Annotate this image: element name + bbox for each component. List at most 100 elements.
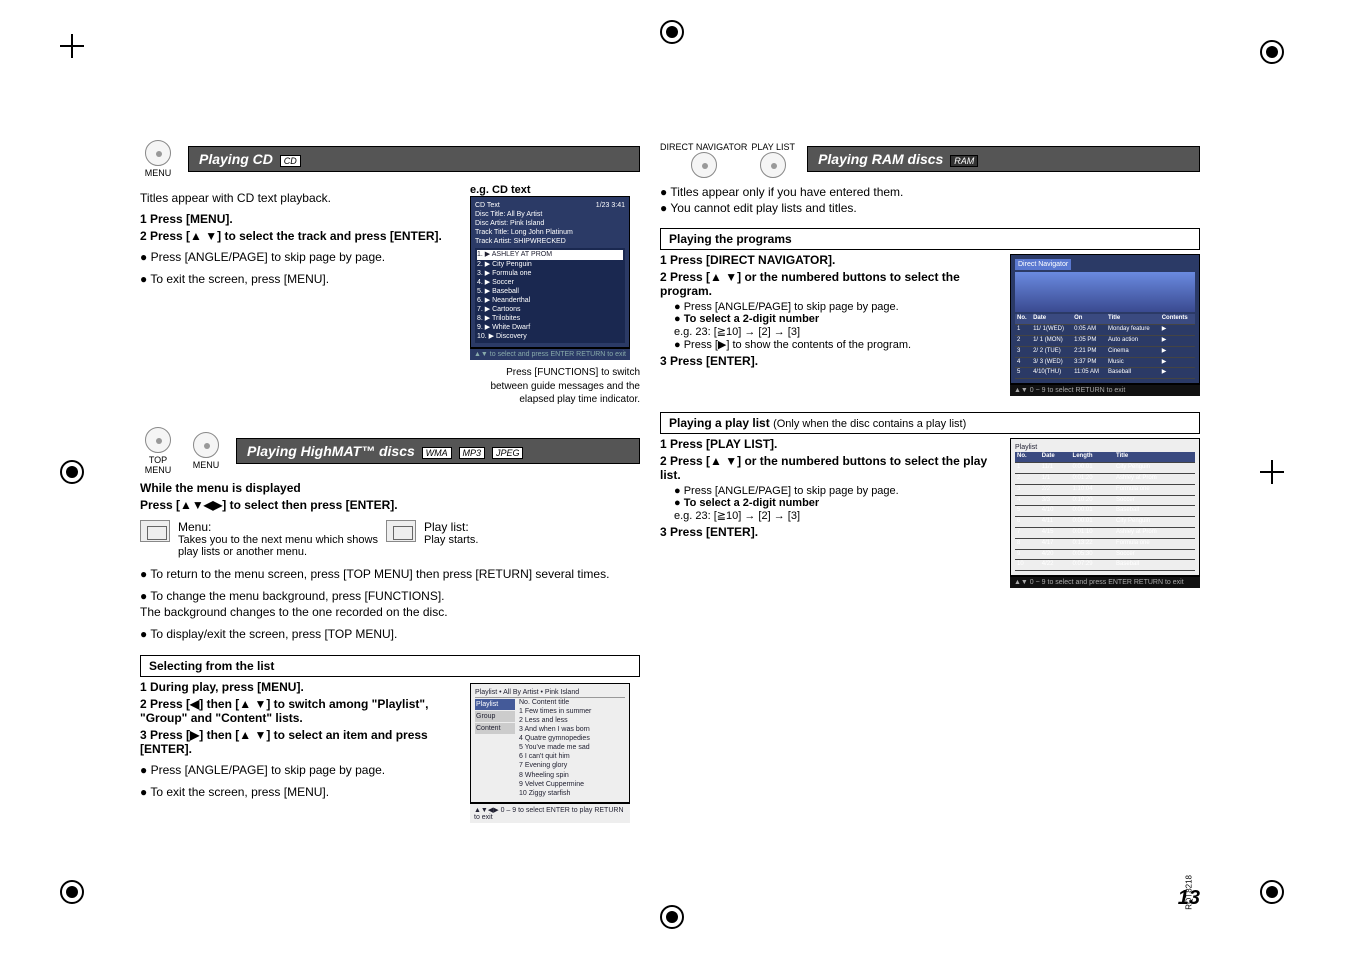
cd-meta-4: Track Artist: SHIPWRECKED [475, 237, 625, 246]
sel-step-3: 3 Press [▶] then [▲ ▼] to select an item… [140, 728, 462, 756]
reg-mark [1260, 460, 1284, 484]
prog-step-2: 2 Press [▲ ▼] or the numbered buttons to… [660, 270, 1002, 298]
pl-label: PLAY LIST [751, 142, 795, 152]
cd-text-screen: CD Text 1/23 3:41 Disc Title: All By Art… [470, 196, 630, 348]
menu-box-label: Menu: [178, 520, 378, 534]
sel-step-1: 1 During play, press [MENU]. [140, 680, 462, 694]
prog-sub-2: ● To select a 2-digit number [674, 313, 1002, 325]
menu2-icon-block: MENU [188, 432, 224, 470]
reg-circle [60, 880, 84, 904]
playlist-item: 6 I can't quit him [519, 752, 625, 761]
topmenu-button-label: TOP MENU [140, 455, 176, 475]
prog-sub-4: ● Press [▶] to show the contents of the … [674, 338, 1002, 351]
playlist-box-icon [386, 520, 416, 542]
hm-bullet-2b: The background changes to the one record… [140, 604, 640, 620]
dn-title: Direct Navigator [1015, 259, 1071, 270]
ram-title: Playing RAM discs RAM [807, 146, 1200, 172]
playlist-item: 8 Wheeling spin [519, 771, 625, 780]
dn-icon-block: DIRECT NAVIGATOR [660, 140, 747, 178]
pl-sub-2: ● To select a 2-digit number [674, 497, 1002, 509]
playlist-item: 10 Ziggy starfish [519, 789, 625, 798]
menu-button-icon-block: MENU [140, 140, 176, 178]
cd-track: 1. ▶ ASHLEY AT PROM [477, 250, 623, 259]
reg-circle [60, 460, 84, 484]
reg-circle [1260, 880, 1284, 904]
cd-header-row: MENU Playing CD CD [140, 140, 640, 178]
playlist-item: 1 Few times in summer [519, 707, 625, 716]
cd-track: 2. ▶ City Penguin [477, 260, 623, 269]
prog-step-1: 1 Press [DIRECT NAVIGATOR]. [660, 253, 1002, 267]
pl-h2: Length [1071, 452, 1115, 462]
cd-bullet-1: ● Press [ANGLE/PAGE] to skip page by pag… [140, 249, 462, 265]
playlist-item: 5 You've made me sad [519, 743, 625, 752]
highmat-while: While the menu is displayed [140, 481, 640, 495]
cd-step-1: 1 Press [MENU]. [140, 212, 462, 226]
doc-id: RQT8218 [1185, 875, 1194, 910]
cd-track: 3. ▶ Formula one [477, 269, 623, 278]
menu-box-desc: Takes you to the next menu which shows p… [178, 534, 378, 558]
dn-h1: Date [1031, 314, 1072, 324]
table-row: 32/21:10:04Formula one [1015, 484, 1195, 495]
cd-badge: CD [280, 155, 301, 167]
highmat-title: Playing HighMAT™ discs WMA MP3 JPEG [236, 438, 640, 464]
dn-h2: On [1072, 314, 1106, 324]
play-box-desc: Play starts. [424, 534, 478, 546]
ram-line1: ● Titles appear only if you have entered… [660, 184, 1200, 200]
cd-meta-3: Track Title: Long John Platinum [475, 228, 625, 237]
pl-step-2: 2 Press [▲ ▼] or the numbered buttons to… [660, 454, 1002, 482]
prog-sub-1: ● Press [ANGLE/PAGE] to skip page by pag… [674, 301, 1002, 313]
hm-bullet-2: ● To change the menu background, press [… [140, 588, 640, 604]
pl-step-1: 1 Press [PLAY LIST]. [660, 437, 1002, 451]
cd-meta-1: Disc Title: All By Artist [475, 210, 625, 219]
playing-cd-title-text: Playing CD [199, 151, 273, 167]
table-row: 21/ 1 (MON)1:05 PMAuto action▶ [1015, 336, 1195, 347]
topmenu-button-icon [145, 427, 171, 453]
menu2-button-icon [193, 432, 219, 458]
play-box-label: Play list: [424, 520, 478, 534]
table-row: 111/ 1(WED)0:05 AMMonday feature▶ [1015, 325, 1195, 336]
prog-sub-3: e.g. 23: [≧10] → [2] → [3] [674, 325, 1002, 338]
table-row: 64/110:00:01City Penguin [1015, 517, 1195, 528]
dn-h3: Title [1106, 314, 1160, 324]
cd-step-2: 2 Press [▲ ▼] to select the track and pr… [140, 229, 462, 243]
pl-h3: Title [1114, 452, 1195, 462]
ram-title-text: Playing RAM discs [818, 151, 943, 167]
cd-meta-2: Disc Artist: Pink Island [475, 219, 625, 228]
wma-badge: WMA [422, 447, 452, 459]
dn-table: No. Date On Title Contents 111/ 1(WED)0:… [1015, 314, 1195, 379]
table-row: 54/10(THU)11:05 AMBaseball▶ [1015, 368, 1195, 379]
playlist-side: Group [475, 711, 515, 722]
table-row: 32/ 2 (TUE)2:21 PMCinema▶ [1015, 346, 1195, 357]
dn-h0: No. [1015, 314, 1031, 324]
hm-bullet-1: ● To return to the menu screen, press [T… [140, 566, 640, 582]
playlist-cols: No. Content title [519, 698, 625, 707]
table-row: 21/10:01:20Ashley at Prom [1015, 473, 1195, 484]
highmat-press: Press [▲▼◀▶] to select then press [ENTER… [140, 498, 640, 512]
playlist-item: 3 And when I was born [519, 725, 625, 734]
menu-button-icon [145, 140, 171, 166]
direct-navigator-icon [691, 152, 717, 178]
reg-circle [660, 20, 684, 44]
dn-label: DIRECT NAVIGATOR [660, 142, 747, 152]
dn-footer: ▲▼ 0 ~ 9 to select RETURN to exit [1010, 384, 1200, 396]
reg-circle [1260, 40, 1284, 64]
playlist-screen2: Playlist No. Date Length Title 111/10:00… [1010, 438, 1200, 576]
pl-icon-block: PLAY LIST [751, 140, 795, 178]
menu-button-label: MENU [140, 168, 176, 178]
mp3-badge: MP3 [459, 447, 486, 459]
playing-playlist-title-text: Playing a play list [669, 416, 770, 430]
sel-step-2: 2 Press [◀] then [▲ ▼] to switch among "… [140, 697, 462, 725]
cd-track: 6. ▶ Neanderthal [477, 296, 623, 305]
playing-playlist-title: Playing a play list (Only when the disc … [660, 412, 1200, 434]
pl-h0: No. [1015, 452, 1040, 462]
playlist-header: Playlist • All By Artist • Pink Island [475, 688, 625, 698]
dn-h4: Contents [1160, 314, 1195, 324]
pl-h1: Date [1040, 452, 1071, 462]
cd-track: 10. ▶ Discovery [477, 332, 623, 341]
cd-bullet-2: ● To exit the screen, press [MENU]. [140, 271, 462, 287]
reg-mark [60, 34, 84, 58]
menu-box-icon [140, 520, 170, 542]
sel-bullet-5: ● To exit the screen, press [MENU]. [140, 784, 462, 800]
cd-text-header: CD Text [475, 201, 500, 210]
cd-track: 5. ▶ Baseball [477, 287, 623, 296]
